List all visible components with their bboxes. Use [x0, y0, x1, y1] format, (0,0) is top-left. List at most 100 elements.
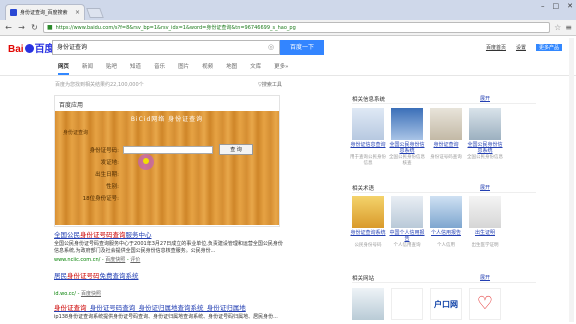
- result-url[interactable]: id.wo.cc/: [54, 291, 76, 297]
- search-button[interactable]: 百度一下: [280, 40, 324, 55]
- result-title-post: _身份证号码查询_身份证归属地查询系统_身份证归属地: [86, 304, 246, 312]
- id-query-widget: BiCid网络 身份证查询 身份证查询 身份证号码: 查 询 发证地: 出生日期…: [55, 111, 279, 225]
- thumb-caption[interactable]: 身份证查询系统: [350, 230, 386, 236]
- result-count: 百度为您找到相关结果约22,100,000个: [55, 82, 144, 88]
- thumbnail-image[interactable]: [430, 196, 462, 228]
- result-title-pre: 全国公民: [54, 231, 80, 239]
- tab-strip: 身份证查询_百度搜索 × – □ ✕: [0, 0, 576, 20]
- menu-icon[interactable]: ≡: [565, 23, 572, 32]
- field-label-issuer: 发证地:: [100, 160, 119, 166]
- thumb-caption[interactable]: 全国公民身份信息系统: [467, 142, 503, 154]
- thumbnail-image[interactable]: [391, 196, 423, 228]
- tab-more[interactable]: 更多»: [274, 62, 288, 75]
- related-sites-heading: 相关网站: [352, 276, 375, 282]
- thumb-caption[interactable]: 身份证查询: [428, 142, 464, 148]
- tab-web[interactable]: 网页: [58, 62, 70, 75]
- baidu-logo[interactable]: Bai 百度: [8, 40, 55, 55]
- home-link[interactable]: 百度首页: [486, 44, 506, 51]
- thumb-caption[interactable]: 全国公民身份信息系统: [389, 142, 425, 154]
- result-title[interactable]: 全国公民身份证号码查询服务中心: [54, 229, 286, 239]
- lock-icon: ■: [47, 24, 53, 31]
- hukou-site-logo[interactable]: 户口网: [430, 288, 462, 320]
- paw-icon: [24, 44, 34, 53]
- thumbnail-image[interactable]: [430, 108, 462, 140]
- search-input[interactable]: 身份证查询: [52, 40, 280, 55]
- thumb-caption[interactable]: 出生证明: [467, 230, 503, 236]
- tab-wenku[interactable]: 文库: [250, 62, 261, 75]
- heart-logo-icon[interactable]: ♡: [469, 288, 501, 320]
- tab-tieba[interactable]: 贴吧: [106, 62, 117, 75]
- search-tools[interactable]: ▽搜索工具: [258, 81, 282, 88]
- tab-map[interactable]: 地图: [226, 62, 237, 75]
- navigation-bar: ← → ↻ ■ https://www.baidu.com/s?f=8&rsv_…: [0, 20, 576, 36]
- new-tab-button[interactable]: [86, 8, 104, 18]
- widget-banner: BiCid网络 身份证查询: [130, 116, 204, 123]
- result-title-pre: 身份证查询: [54, 304, 87, 312]
- address-bar[interactable]: ■ https://www.baidu.com/s?f=8&rsv_bp=1&r…: [43, 22, 551, 33]
- camera-icon[interactable]: ◎: [268, 43, 274, 51]
- logo-text-left: Bai: [8, 44, 24, 55]
- field-label-gender: 性别:: [106, 184, 119, 190]
- thumbnail-image[interactable]: [469, 108, 501, 140]
- thumb-subtext: 身份证号码查询: [430, 155, 462, 160]
- address-text[interactable]: https://www.baidu.com/s?f=8&rsv_bp=1&rsv…: [56, 24, 296, 31]
- bookmark-star-icon[interactable]: ☆: [554, 23, 561, 32]
- back-arrow-icon[interactable]: ←: [4, 23, 13, 32]
- thumbnail-image[interactable]: [352, 108, 384, 140]
- thumb-subtext: 个人信用: [437, 243, 455, 248]
- thumb-caption[interactable]: 身份证信息查询: [350, 142, 386, 148]
- review-link[interactable]: 评价: [130, 257, 140, 263]
- tab-images[interactable]: 图片: [178, 62, 189, 75]
- result-url-line: www.nciic.com.cn/ - 百度快照 - 评价: [54, 257, 141, 263]
- thumb-subtext: 个人信用查询: [393, 243, 421, 248]
- close-window-button[interactable]: ✕: [567, 2, 573, 10]
- divider: [352, 192, 536, 193]
- more-products-link[interactable]: 更多产品: [535, 44, 562, 51]
- thumb-subtext: 公民身份号码: [354, 243, 382, 248]
- thumb-caption[interactable]: 中国个人信用报告: [389, 230, 425, 242]
- thumbnail-image[interactable]: [352, 288, 384, 320]
- divider: [352, 282, 536, 283]
- baidu-app-card: 百度应用 BiCid网络 身份证查询 身份证查询 身份证号码: 查 询 发证地:…: [54, 95, 280, 227]
- id-number-input[interactable]: [123, 146, 213, 154]
- search-result: 全国公民身份证号码查询服务中心 全国公民身份证号码查询服务中心于2001年3月2…: [54, 229, 286, 263]
- snapshot-link[interactable]: 百度快照: [81, 291, 101, 297]
- expand-link[interactable]: 展开: [480, 184, 490, 191]
- minimize-button[interactable]: –: [541, 2, 545, 10]
- tab-music[interactable]: 音乐: [154, 62, 165, 75]
- search-tabs: 网页 新闻 贴吧 知道 音乐 图片 视频 地图 文库 更多»: [58, 62, 302, 75]
- result-url[interactable]: www.nciic.com.cn/: [54, 257, 100, 263]
- settings-link[interactable]: 设置: [516, 44, 526, 51]
- thumbnail-image[interactable]: [352, 196, 384, 228]
- tab-title: 身份证查询_百度搜索: [20, 10, 68, 16]
- baidu-favicon-icon: [10, 9, 17, 16]
- thumb-caption[interactable]: 个人信用报告: [428, 230, 464, 236]
- expand-link[interactable]: 展开: [480, 274, 490, 281]
- browser-tab[interactable]: 身份证查询_百度搜索 ×: [5, 4, 85, 20]
- thumb-subtext: 全国公民身份信息: [467, 155, 503, 160]
- thumbnail-image[interactable]: [391, 288, 423, 320]
- related-systems-heading: 相关信息系统: [352, 97, 386, 103]
- thumbnail-image[interactable]: [469, 196, 501, 228]
- close-tab-icon[interactable]: ×: [75, 9, 80, 16]
- forward-arrow-icon[interactable]: →: [17, 23, 26, 32]
- mouse-cursor-dot: [143, 158, 149, 164]
- thumb-subtext: 出生医学证明: [471, 243, 499, 248]
- result-title-highlight: 身份证号码: [67, 272, 100, 280]
- scrollbar[interactable]: [569, 38, 574, 322]
- snapshot-link[interactable]: 百度快照: [105, 257, 125, 263]
- result-title-highlight: 身份证号码查询: [80, 231, 126, 239]
- result-title[interactable]: 居民身份证号码免费查询系统: [54, 270, 286, 280]
- field-label-id: 身份证号码:: [89, 148, 119, 154]
- query-button[interactable]: 查 询: [219, 144, 253, 155]
- maximize-button[interactable]: □: [553, 2, 560, 10]
- tab-zhidao[interactable]: 知道: [130, 62, 141, 75]
- expand-link[interactable]: 展开: [480, 95, 490, 102]
- result-title[interactable]: 身份证查询_身份证号码查询_身份证归属地查询系统_身份证归属地: [54, 302, 286, 312]
- tab-video[interactable]: 视频: [202, 62, 213, 75]
- tab-news[interactable]: 新闻: [82, 62, 93, 75]
- card-title: 百度应用: [59, 102, 84, 109]
- reload-icon[interactable]: ↻: [30, 23, 39, 32]
- thumbnail-image[interactable]: [391, 108, 423, 140]
- divider: [0, 75, 576, 76]
